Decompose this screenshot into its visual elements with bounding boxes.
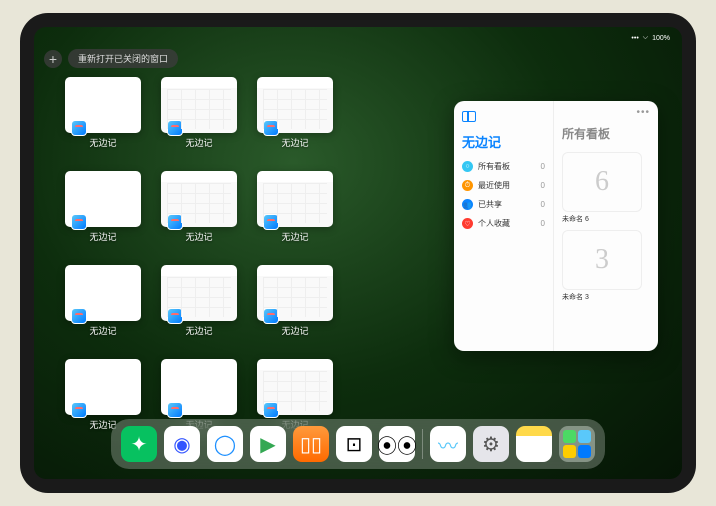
window-label: 无边记 bbox=[89, 324, 116, 337]
sidebar-item-已共享[interactable]: 👥 已共享 0 bbox=[462, 199, 545, 210]
board-preview[interactable]: 6 bbox=[562, 152, 642, 212]
window-label: 无边记 bbox=[281, 136, 308, 149]
status-bar: ••• ⌵ 100% bbox=[34, 31, 682, 45]
sidebar-item-count: 0 bbox=[541, 219, 545, 228]
dock-app-freeform[interactable]: 〰 bbox=[430, 426, 466, 462]
sidebar-item-icon: 👥 bbox=[462, 199, 473, 210]
dock-app-play[interactable]: ▶ bbox=[250, 426, 286, 462]
freeform-app-icon bbox=[71, 214, 87, 230]
screen: ••• ⌵ 100% + 重新打开已关闭的窗口 无边记无边记无边记无边记无边记无… bbox=[34, 27, 682, 479]
sidebar-item-count: 0 bbox=[541, 200, 545, 209]
freeform-app-icon bbox=[167, 402, 183, 418]
window-thumbnail[interactable]: 无边记 bbox=[160, 171, 238, 243]
window-preview[interactable] bbox=[161, 265, 237, 321]
sidebar-item-icon: ♡ bbox=[462, 218, 473, 229]
freeform-app-icon bbox=[71, 308, 87, 324]
freeform-app-icon bbox=[263, 308, 279, 324]
window-preview[interactable] bbox=[65, 265, 141, 321]
freeform-app-icon bbox=[263, 120, 279, 136]
freeform-app-icon bbox=[71, 120, 87, 136]
window-label: 无边记 bbox=[185, 324, 212, 337]
board-card[interactable]: 6 未命名 6 bbox=[562, 152, 642, 224]
window-label: 无边记 bbox=[89, 136, 116, 149]
freeform-app-icon bbox=[167, 120, 183, 136]
window-preview[interactable] bbox=[257, 171, 333, 227]
sidebar-item-icon: ⏱ bbox=[462, 180, 473, 191]
dock-app-connect[interactable]: ⦿⦿ bbox=[379, 426, 415, 462]
window-thumbnail[interactable]: 无边记 bbox=[160, 265, 238, 337]
wifi-icon: ⌵ bbox=[643, 34, 648, 42]
freeform-app-icon bbox=[167, 214, 183, 230]
sidebar-toggle-icon[interactable] bbox=[462, 111, 476, 122]
window-thumbnail[interactable]: 无边记 bbox=[64, 265, 142, 337]
window-thumbnail[interactable]: 无边记 bbox=[256, 265, 334, 337]
dock-app-settings[interactable]: ⚙ bbox=[473, 426, 509, 462]
window-preview[interactable] bbox=[257, 77, 333, 133]
sidebar-item-count: 0 bbox=[541, 162, 545, 171]
window-preview[interactable] bbox=[257, 359, 333, 415]
sidebar-item-label: 最近使用 bbox=[478, 180, 510, 191]
dock-folder[interactable] bbox=[559, 426, 595, 462]
dock-app-wechat[interactable]: ✦ bbox=[121, 426, 157, 462]
sidebar-panel: 无边记 ○ 所有看板 0 ⏱ 最近使用 0 👥 已共享 0 ♡ 个人收藏 0 ••• 所有看板 6 未命… bbox=[454, 101, 658, 351]
add-button[interactable]: + bbox=[44, 50, 62, 68]
window-label: 无边记 bbox=[185, 230, 212, 243]
window-preview[interactable] bbox=[161, 77, 237, 133]
window-label: 无边记 bbox=[89, 230, 116, 243]
sidebar-item-label: 所有看板 bbox=[478, 161, 510, 172]
window-thumbnail[interactable]: 无边记 bbox=[64, 171, 142, 243]
dock-app-dice[interactable]: ⊡ bbox=[336, 426, 372, 462]
window-thumbnail[interactable]: 无边记 bbox=[160, 77, 238, 149]
window-preview[interactable] bbox=[161, 171, 237, 227]
window-preview[interactable] bbox=[65, 77, 141, 133]
sidebar-item-label: 已共享 bbox=[478, 199, 502, 210]
board-label: 未命名 3 bbox=[562, 292, 642, 302]
ipad-frame: ••• ⌵ 100% + 重新打开已关闭的窗口 无边记无边记无边记无边记无边记无… bbox=[20, 13, 696, 493]
signal-icon: ••• bbox=[631, 35, 638, 42]
window-preview[interactable] bbox=[161, 359, 237, 415]
window-thumbnail[interactable]: 无边记 bbox=[256, 77, 334, 149]
board-label: 未命名 6 bbox=[562, 214, 642, 224]
panel-right: ••• 所有看板 6 未命名 6 3 未命名 3 bbox=[554, 101, 658, 351]
panel-section-title: 所有看板 bbox=[562, 125, 650, 142]
window-label: 无边记 bbox=[281, 230, 308, 243]
sidebar-item-所有看板[interactable]: ○ 所有看板 0 bbox=[462, 161, 545, 172]
folder-app-icon bbox=[578, 430, 591, 443]
board-card[interactable]: 3 未命名 3 bbox=[562, 230, 642, 302]
sidebar-item-个人收藏[interactable]: ♡ 个人收藏 0 bbox=[462, 218, 545, 229]
dock: ✦◉◯▶▯▯⊡⦿⦿ 〰⚙ bbox=[111, 419, 605, 469]
sidebar-item-count: 0 bbox=[541, 181, 545, 190]
folder-app-icon bbox=[578, 445, 591, 458]
dock-divider bbox=[422, 429, 423, 459]
dock-app-qqbrowser[interactable]: ◯ bbox=[207, 426, 243, 462]
dock-app-quark[interactable]: ◉ bbox=[164, 426, 200, 462]
more-icon[interactable]: ••• bbox=[636, 107, 650, 118]
folder-app-icon bbox=[563, 430, 576, 443]
freeform-app-icon bbox=[71, 402, 87, 418]
folder-app-icon bbox=[563, 445, 576, 458]
panel-left: 无边记 ○ 所有看板 0 ⏱ 最近使用 0 👥 已共享 0 ♡ 个人收藏 0 bbox=[454, 101, 554, 351]
freeform-app-icon bbox=[167, 308, 183, 324]
sidebar-item-icon: ○ bbox=[462, 161, 473, 172]
dock-app-notes[interactable] bbox=[516, 426, 552, 462]
board-preview[interactable]: 3 bbox=[562, 230, 642, 290]
sidebar-item-最近使用[interactable]: ⏱ 最近使用 0 bbox=[462, 180, 545, 191]
window-preview[interactable] bbox=[257, 265, 333, 321]
window-preview[interactable] bbox=[65, 171, 141, 227]
window-thumbnail[interactable]: 无边记 bbox=[256, 171, 334, 243]
window-label: 无边记 bbox=[185, 136, 212, 149]
dock-app-books[interactable]: ▯▯ bbox=[293, 426, 329, 462]
window-label: 无边记 bbox=[281, 324, 308, 337]
freeform-app-icon bbox=[263, 402, 279, 418]
app-switcher-grid: 无边记无边记无边记无边记无边记无边记无边记无边记无边记无边记无边记无边记 bbox=[64, 77, 334, 431]
freeform-app-icon bbox=[263, 214, 279, 230]
restore-closed-window-button[interactable]: 重新打开已关闭的窗口 bbox=[68, 49, 178, 68]
sidebar-item-label: 个人收藏 bbox=[478, 218, 510, 229]
window-preview[interactable] bbox=[65, 359, 141, 415]
window-thumbnail[interactable]: 无边记 bbox=[64, 77, 142, 149]
panel-app-title: 无边记 bbox=[462, 132, 545, 151]
battery-label: 100% bbox=[652, 35, 670, 42]
